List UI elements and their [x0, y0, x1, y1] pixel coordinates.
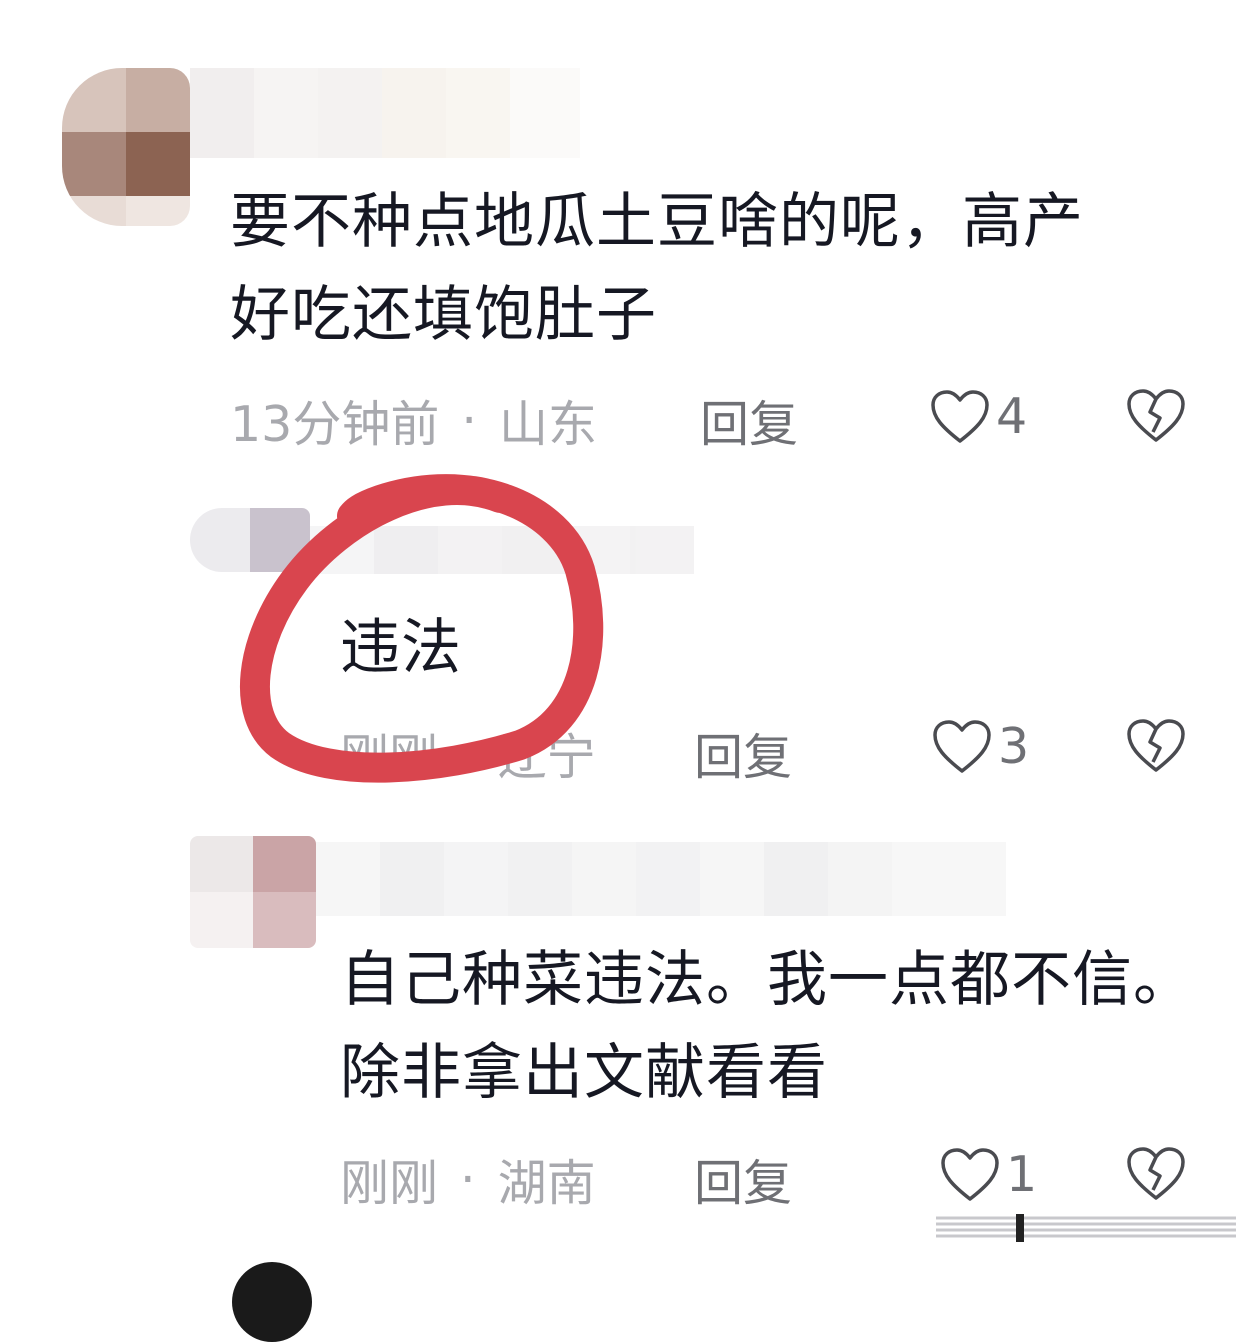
comment-item: 自己种菜违法。我一点都不信。 除非拿出文献看看 刚刚 · 湖南 回复 1: [0, 830, 1260, 1250]
avatar[interactable]: [190, 508, 310, 572]
comment-location: 湖南: [497, 1155, 596, 1212]
like-count: 1: [1006, 1146, 1038, 1203]
reply-button[interactable]: 回复: [694, 1144, 792, 1215]
comment-meta: 刚刚 · 湖南: [340, 1144, 596, 1215]
comment-time: 刚刚: [340, 1155, 439, 1212]
reply-button[interactable]: 回复: [700, 385, 798, 456]
like-button[interactable]: 4: [930, 388, 1027, 445]
scroll-indicator: [936, 1214, 1236, 1242]
avatar[interactable]: [62, 68, 190, 226]
broken-heart-icon: [1127, 719, 1185, 772]
comment-meta: 13分钟前 · 山东: [230, 385, 597, 456]
broken-heart-icon: [1127, 1147, 1185, 1200]
comment-item: 违法 刚刚 · 辽宁 回复 3: [0, 460, 1260, 820]
heart-outline-icon: [931, 389, 989, 443]
comment-meta: 刚刚 · 辽宁: [340, 718, 596, 789]
comment-location: 辽宁: [497, 729, 596, 786]
comment-item: 要不种点地瓜土豆啥的呢，高产 好吃还填饱肚子 13分钟前 · 山东 回复 4: [0, 0, 1260, 460]
like-button[interactable]: 3: [932, 718, 1029, 775]
heart-outline-icon: [941, 1147, 999, 1201]
comment-text: 要不种点地瓜土豆啥的呢，高产 好吃还填饱肚子: [230, 187, 1084, 350]
comment-location: 山东: [498, 396, 597, 453]
comment-text: 自己种菜违法。我一点都不信。 除非拿出文献看看: [340, 945, 1194, 1108]
username-blurred[interactable]: [310, 526, 694, 574]
comment-time: 刚刚: [340, 729, 439, 786]
like-count: 3: [998, 718, 1030, 775]
comment-time: 13分钟前: [230, 396, 440, 453]
like-button[interactable]: 1: [940, 1146, 1037, 1203]
heart-outline-icon: [933, 719, 991, 773]
comment-text: 违法: [340, 613, 462, 683]
like-count: 4: [996, 388, 1028, 445]
dislike-button[interactable]: [1126, 388, 1186, 448]
broken-heart-icon: [1127, 389, 1185, 442]
reply-button[interactable]: 回复: [694, 718, 792, 789]
avatar[interactable]: [232, 1262, 312, 1342]
avatar[interactable]: [190, 836, 316, 948]
dislike-button[interactable]: [1126, 718, 1186, 778]
username-blurred[interactable]: [190, 68, 580, 158]
dislike-button[interactable]: [1126, 1146, 1186, 1206]
username-blurred[interactable]: [316, 842, 1006, 916]
